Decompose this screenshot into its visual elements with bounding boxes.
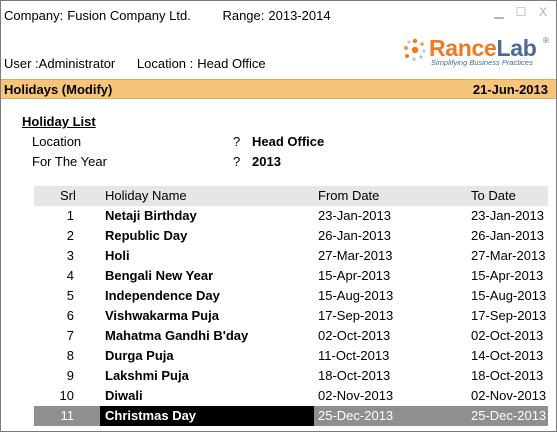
cell-to-date: 15-Apr-2013: [471, 268, 544, 283]
company-range-line: Company: Fusion Company Ltd. Range: 2013-2…: [4, 8, 359, 23]
screen-titlebar: Holidays (Modify) 21-Jun-2013: [1, 79, 556, 99]
cell-holiday-name: Netaji Birthday: [105, 208, 197, 223]
screen-title: Holidays (Modify): [4, 82, 113, 97]
user-name: Administrator: [38, 56, 116, 71]
cell-from-date: 23-Jan-2013: [318, 208, 391, 223]
table-row[interactable]: 2 Republic Day 26-Jan-2013 26-Jan-2013: [34, 226, 548, 246]
cell-to-date: 15-Aug-2013: [471, 288, 547, 303]
cell-from-date: 26-Jan-2013: [318, 228, 391, 243]
holiday-list-heading: Holiday List: [22, 114, 96, 129]
cell-srl: 10: [59, 388, 74, 403]
cell-holiday-name: Bengali New Year: [105, 268, 214, 283]
cell-srl: 2: [66, 228, 74, 243]
cell-from-date: 11-Oct-2013: [318, 348, 390, 363]
cell-from-date: 15-Aug-2013: [318, 288, 394, 303]
year-field-row: For The Year ? 2013: [32, 154, 532, 172]
table-row[interactable]: 6 Vishwakarma Puja 17-Sep-2013 17-Sep-2013: [34, 306, 548, 326]
table-row[interactable]: 3 Holi 27-Mar-2013 27-Mar-2013: [34, 246, 548, 266]
cell-from-date: 27-Mar-2013: [318, 248, 393, 263]
cell-srl: 8: [66, 348, 74, 363]
logo-tagline: Simplifying Business Practices: [431, 58, 533, 67]
table-row[interactable]: 8 Durga Puja 11-Oct-2013 14-Oct-2013: [34, 346, 548, 366]
location-field-label: Location: [32, 134, 82, 149]
cell-from-date: 15-Apr-2013: [318, 268, 391, 283]
cell-to-date: 17-Sep-2013: [471, 308, 547, 323]
minimize-button[interactable]: ▁: [490, 4, 508, 20]
cell-srl: 5: [66, 288, 74, 303]
gear-logo-icon: [403, 38, 426, 61]
table-row[interactable]: 10 Diwali 02-Nov-2013 02-Nov-2013: [34, 386, 548, 406]
cell-holiday-name: Christmas Day: [105, 408, 197, 423]
user-label: User :: [4, 56, 39, 71]
cell-holiday-name: Vishwakarma Puja: [105, 308, 219, 323]
location-label: Location :: [136, 56, 194, 71]
cell-from-date: 17-Sep-2013: [318, 308, 394, 323]
cell-to-date: 26-Jan-2013: [471, 228, 544, 243]
cell-from-date: 25-Dec-2013: [318, 408, 394, 423]
column-header-srl: Srl: [60, 188, 76, 203]
table-row[interactable]: 7 Mahatma Gandhi B'day 02-Oct-2013 02-Oct-2…: [34, 326, 548, 346]
cell-holiday-name: Independence Day: [105, 288, 220, 303]
table-row[interactable]: 5 Independence Day 15-Aug-2013 15-Aug-2013: [34, 286, 548, 306]
location-field-row: Location ? Head Office: [32, 134, 532, 152]
cell-holiday-name: Holi: [105, 248, 130, 263]
cell-srl: 6: [66, 308, 74, 323]
location-info: Location : Head Office: [137, 56, 266, 71]
location-name: Head Office: [197, 56, 266, 71]
column-header-holiday-name: Holiday Name: [105, 188, 187, 203]
current-date: 21-Jun-2013: [472, 82, 548, 97]
cell-srl: 1: [66, 208, 74, 223]
cell-to-date: 02-Oct-2013: [471, 328, 544, 343]
app-window: Company: Fusion Company Ltd. Range: 2013-2…: [0, 0, 557, 432]
location-field-value[interactable]: Head Office: [252, 134, 324, 149]
cell-to-date: 23-Jan-2013: [471, 208, 544, 223]
table-row[interactable]: 9 Lakshmi Puja 18-Oct-2013 18-Oct-2013: [34, 366, 548, 386]
table-row[interactable]: 11 Christmas Day 25-Dec-2013 25-Dec-2013: [34, 406, 548, 426]
cell-srl: 4: [66, 268, 74, 283]
year-separator: ?: [233, 154, 241, 169]
company-info: Company: Fusion Company Ltd.: [4, 8, 191, 23]
cell-to-date: 27-Mar-2013: [471, 248, 546, 263]
cell-srl: 9: [66, 368, 74, 383]
cell-from-date: 02-Nov-2013: [318, 388, 394, 403]
company-name: Fusion Company Ltd.: [67, 8, 191, 23]
rancelab-logo: RanceLab ® Simplifying Business Practice…: [399, 34, 551, 70]
table-header: Srl Holiday Name From Date To Date: [34, 186, 548, 206]
company-label: Company:: [4, 8, 64, 23]
cell-from-date: 18-Oct-2013: [318, 368, 391, 383]
window-controls: ▁ ☐ X: [490, 4, 552, 20]
column-header-to-date: To Date: [471, 188, 516, 203]
user-location-line: User :Administrator Location : Head Offic…: [4, 56, 284, 71]
user-info: User :Administrator: [4, 56, 115, 71]
cell-srl: 3: [66, 248, 74, 263]
cell-to-date: 18-Oct-2013: [471, 368, 544, 383]
cell-holiday-name: Diwali: [105, 388, 143, 403]
maximize-button[interactable]: ☐: [512, 4, 530, 20]
range-label: Range:: [222, 8, 265, 23]
info-header: Company: Fusion Company Ltd. Range: 2013-2…: [1, 1, 556, 79]
cell-holiday-name: Mahatma Gandhi B'day: [105, 328, 249, 343]
cell-to-date: 14-Oct-2013: [471, 348, 544, 363]
cell-holiday-name: Republic Day: [105, 228, 188, 243]
registered-mark: ®: [543, 36, 549, 45]
cell-holiday-name: Lakshmi Puja: [105, 368, 189, 383]
column-header-from-date: From Date: [318, 188, 380, 203]
range-info: Range: 2013-2014: [222, 8, 330, 23]
cell-srl: 11: [60, 408, 75, 423]
cell-srl: 7: [66, 328, 74, 343]
range-value: 2013-2014: [268, 8, 331, 23]
cell-holiday-name: Durga Puja: [105, 348, 174, 363]
cell-from-date: 02-Oct-2013: [318, 328, 391, 343]
cell-to-date: 02-Nov-2013: [471, 388, 547, 403]
close-button[interactable]: X: [534, 4, 552, 20]
location-separator: ?: [233, 134, 241, 149]
year-field-value[interactable]: 2013: [252, 154, 281, 169]
year-field-label: For The Year: [32, 154, 107, 169]
table-row[interactable]: 4 Bengali New Year 15-Apr-2013 15-Apr-2013: [34, 266, 548, 286]
table-row[interactable]: 1 Netaji Birthday 23-Jan-2013 23-Jan-2013: [34, 206, 548, 226]
cell-to-date: 25-Dec-2013: [471, 408, 547, 423]
